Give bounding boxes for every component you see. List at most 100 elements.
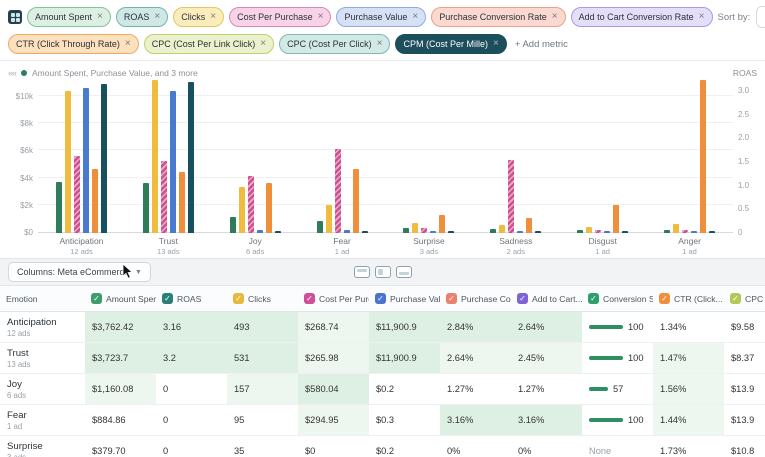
remove-icon[interactable]: × (699, 12, 705, 22)
metric-pill-add-to-cart-conversion-rate[interactable]: Add to Cart Conversion Rate × (570, 7, 713, 27)
metric-pill-amount-spent[interactable]: Amount Spent × (27, 7, 111, 27)
bar-purchase-value (169, 91, 176, 233)
column-header-purchase-co[interactable]: ✓ Purchase Co... (440, 293, 511, 304)
bar-ctr-click-through-rate (526, 218, 533, 233)
cell-roas: 0 (163, 415, 169, 425)
cell-purchase-co: 2.64% (440, 343, 511, 373)
bar-clicks (499, 225, 506, 233)
column-header-purchase-value[interactable]: ✓ Purchase Value (369, 293, 440, 304)
chevron-down-icon: ▼ (135, 268, 142, 276)
column-header-roas[interactable]: ✓ ROAS (156, 293, 227, 304)
conversion-score-bar (589, 418, 623, 422)
bar-purchase-value (256, 230, 263, 233)
table-row-joy[interactable]: Joy 6 ads $1,160.08 0 157 $580.04 $0.2 1.27% 1.2… (0, 374, 765, 405)
bar-roas (709, 231, 716, 233)
remove-icon[interactable]: × (412, 12, 418, 22)
conversion-score-value: 57 (613, 384, 624, 394)
cell-purchase-value: $0.2 (376, 446, 395, 456)
bar-purchase-value (604, 231, 611, 233)
column-header-clicks[interactable]: ✓ Clicks (227, 293, 298, 304)
checkbox-purchase-co[interactable]: ✓ (446, 293, 457, 304)
remove-icon[interactable]: × (97, 12, 103, 22)
column-header-conversion-score[interactable]: ✓ Conversion Score (582, 293, 653, 304)
cell-amount-spent: $379.70 (92, 446, 126, 456)
metric-pill-cpc-cost-per-link-click[interactable]: CPC (Cost Per Link Click) × (143, 34, 275, 54)
category-ad-count: 1 ad (595, 246, 610, 256)
bar-cost-per-purchase (160, 161, 167, 233)
view-toggles (353, 266, 412, 278)
emotion-ad-count: 3 ads (7, 452, 27, 457)
collapse-arrows-icon[interactable]: ‹‹‹‹ (8, 68, 17, 78)
remove-icon[interactable]: × (260, 39, 266, 49)
chart-legend-title: Amount Spent, Purchase Value, and 3 more (32, 67, 198, 78)
right-tick-label: 1.0 (738, 181, 750, 190)
conversion-score-value: 100 (628, 353, 644, 363)
remove-icon[interactable]: × (493, 39, 499, 49)
cell-ctr-click: 1.44% (653, 405, 724, 435)
remove-icon[interactable]: × (125, 39, 131, 49)
cell-cost-per-purcha: $294.95 (298, 405, 369, 435)
table-row-fear[interactable]: Fear 1 ad $884.86 0 95 $294.95 $0.3 3.16% 3.16% 1… (0, 405, 765, 436)
metric-pill-cost-per-purchase[interactable]: Cost Per Purchase × (229, 7, 332, 27)
checkbox-cpc-cos[interactable]: ✓ (730, 293, 741, 304)
cell-cost-per-purcha: $0 (305, 446, 316, 456)
checkbox-clicks[interactable]: ✓ (233, 293, 244, 304)
emotion-name: Trust (7, 347, 29, 359)
metric-pill-purchase-value[interactable]: Purchase Value × (336, 7, 427, 27)
metric-pill-label: CPM (Cost Per Mille) (403, 39, 488, 49)
column-header-emotion[interactable]: Emotion (0, 294, 85, 304)
conversion-score-bar (589, 356, 623, 360)
checkbox-conversion-score[interactable]: ✓ (588, 293, 599, 304)
checkbox-ctr-click[interactable]: ✓ (659, 293, 670, 304)
column-header-cost-per-purcha[interactable]: ✓ Cost Per Purcha... (298, 293, 369, 304)
table-row-surprise[interactable]: Surprise 3 ads $379.70 0 35 $0 $0.2 0% 0% None 1.7… (0, 436, 765, 457)
remove-icon[interactable]: × (552, 12, 558, 22)
category-label-disgust: Disgust 1 ad (559, 236, 646, 256)
table-row-anticipation[interactable]: Anticipation 12 ads $3,762.42 3.16 493 $268.7… (0, 312, 765, 343)
cell-conversion-score: 100 (582, 312, 653, 342)
emotion-ad-count: 13 ads (7, 359, 31, 369)
view-toggle-table-icon[interactable] (395, 266, 412, 278)
metric-pill-label: Cost Per Purchase (237, 12, 313, 22)
table-controls-bar: Columns: Meta eCommerce ▼ (0, 258, 765, 286)
metric-pill-ctr-click-through-rate[interactable]: CTR (Click Through Rate) × (8, 34, 139, 54)
table-row-trust[interactable]: Trust 13 ads $3,723.7 3.2 531 $265.98 $11,900.… (0, 343, 765, 374)
column-header-ctr-click[interactable]: ✓ CTR (Click... (653, 293, 724, 304)
view-toggle-split-icon[interactable] (353, 266, 370, 278)
cell-purchase-co: 0% (447, 446, 461, 456)
grid-icon[interactable] (8, 10, 22, 24)
cell-purchase-value: $0.3 (376, 415, 395, 425)
column-header-cpc-cos[interactable]: ✓ CPC (Cos... (724, 293, 765, 304)
bar-amount-spent (490, 229, 497, 233)
checkbox-add-to-cart[interactable]: ✓ (517, 293, 528, 304)
metric-pill-cpc-cost-per-click[interactable]: CPC (Cost Per Click) × (279, 34, 391, 54)
sort-by-dropdown[interactable]: Amount Spent ▼ (756, 6, 765, 28)
remove-icon[interactable]: × (154, 12, 160, 22)
metric-pill-purchase-conversion-rate[interactable]: Purchase Conversion Rate × (431, 7, 566, 27)
category-label-fear: Fear 1 ad (299, 236, 386, 256)
metric-pill-clicks[interactable]: Clicks × (173, 7, 225, 27)
view-toggle-chart-icon[interactable] (374, 266, 391, 278)
bar-purchase-value (691, 231, 698, 233)
toolbar-right-controls: Sort by: Amount Spent ▼ Bar ▼ (718, 6, 765, 28)
column-header-amount-spent[interactable]: ✓Amount Spent↓ (85, 293, 156, 304)
checkbox-purchase-value[interactable]: ✓ (375, 293, 386, 304)
metric-pill-label: Purchase Value (344, 12, 408, 22)
columns-dropdown[interactable]: Columns: Meta eCommerce ▼ (8, 262, 151, 282)
add-metric-button[interactable]: + Add metric (515, 39, 568, 50)
remove-icon[interactable]: × (318, 12, 324, 22)
remove-icon[interactable]: × (210, 12, 216, 22)
checkbox-cost-per-purcha[interactable]: ✓ (304, 293, 315, 304)
column-header-add-to-cart[interactable]: ✓ Add to Cart... (511, 293, 582, 304)
remove-icon[interactable]: × (377, 39, 383, 49)
checkbox-roas[interactable]: ✓ (162, 293, 173, 304)
bar-groups (38, 80, 733, 233)
emotion-ad-count: 12 ads (7, 328, 31, 338)
metric-pill-cpm-cost-per-mille[interactable]: CPM (Cost Per Mille) × (395, 34, 507, 54)
cell-add-to-cart: 0% (518, 446, 532, 456)
cell-amount-spent: $3,762.42 (85, 312, 156, 342)
bar-ctr-click-through-rate (613, 205, 620, 233)
checkbox-amount-spent[interactable]: ✓ (91, 293, 102, 304)
bar-ctr-click-through-rate (178, 172, 185, 233)
metric-pill-roas[interactable]: ROAS × (115, 7, 169, 27)
